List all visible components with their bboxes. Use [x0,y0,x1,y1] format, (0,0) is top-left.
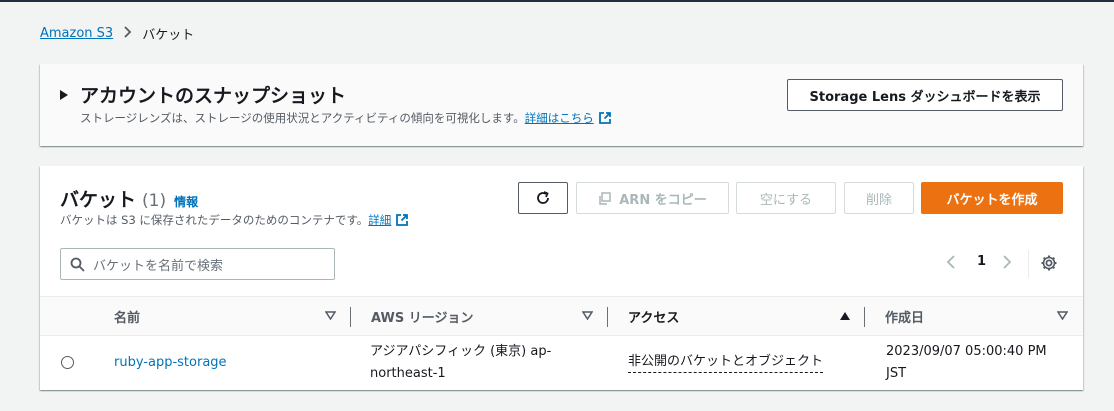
sort-up-icon[interactable] [840,312,850,320]
caret-right-icon [60,89,68,100]
learn-more-link[interactable]: 詳細はこちら [525,110,594,126]
buckets-description-text: バケットは S3 に保存されたデータのためのコンテナです。 [60,213,369,227]
column-divider [350,307,351,327]
snapshot-toggle[interactable]: アカウントのスナップショット [60,81,346,108]
account-snapshot-panel: アカウントのスナップショット ストレージレンズは、ストレージの使用状況とアクティ… [40,64,1083,146]
search-placeholder: バケットを名前で検索 [93,258,224,274]
column-header-name[interactable]: 名前 [114,297,140,335]
top-border [0,0,1114,2]
column-header-region[interactable]: AWS リージョン [371,297,473,335]
sort-down-icon[interactable] [582,311,593,320]
breadcrumb-current: バケット [142,28,195,43]
table-header: 名前 AWS リージョン アクセス 作成日 [40,296,1083,336]
refresh-icon [537,191,549,204]
prev-page-button[interactable] [946,254,956,270]
empty-bucket-button[interactable]: 空にする [736,182,836,214]
snapshot-title: アカウントのスナップショット [80,85,347,107]
buckets-panel: バケット (1) 情報 バケットは S3 に保存されたデータのためのコンテナです… [40,166,1083,390]
bucket-access[interactable]: 非公開のバケットとオブジェクト [628,352,824,373]
divider [1028,250,1029,278]
snapshot-description: ストレージレンズは、ストレージの使用状況とアクティビティの傾向を可視化します。 … [80,110,612,126]
sort-down-icon[interactable] [325,311,336,320]
copy-icon [599,191,611,205]
bucket-region: アジアパシフィック (東京) ap-northeast-1 [370,344,552,381]
table-row: ruby-app-storage アジアパシフィック (東京) ap-north… [40,336,1083,390]
details-link[interactable]: 詳細 [368,212,391,228]
copy-arn-label: ARN をコピー [619,192,707,208]
column-header-access[interactable]: アクセス [628,297,679,335]
column-divider [864,307,865,327]
gear-icon[interactable] [1040,254,1058,272]
external-link-icon [396,214,409,226]
bucket-created-date: 2023/09/07 05:00:40 PM JST [886,344,1047,381]
delete-bucket-button[interactable]: 削除 [844,182,914,214]
chevron-right-icon [1003,255,1012,269]
row-select-radio[interactable] [61,356,74,369]
breadcrumb: Amazon S3 バケット [40,24,194,43]
sort-down-icon[interactable] [1057,311,1068,320]
copy-arn-button[interactable]: ARN をコピー [576,182,729,214]
page-number[interactable]: 1 [977,254,986,269]
refresh-button[interactable] [518,182,568,214]
search-icon [70,257,85,272]
snapshot-description-text: ストレージレンズは、ストレージの使用状況とアクティビティの傾向を可視化します。 [80,111,525,125]
view-storage-lens-button[interactable]: Storage Lens ダッシュボードを表示 [787,79,1063,111]
create-bucket-button[interactable]: バケットを作成 [921,182,1063,214]
buckets-title: バケット [60,189,137,211]
buckets-header: バケット (1) 情報 [60,185,198,212]
external-link-icon [598,112,611,124]
bucket-search-input[interactable]: バケットを名前で検索 [60,248,335,280]
chevron-left-icon [946,255,955,269]
column-divider [607,307,608,327]
breadcrumb-amazon-s3-link[interactable]: Amazon S3 [40,26,113,41]
next-page-button[interactable] [1002,254,1012,270]
chevron-right-icon [123,24,132,42]
bucket-name-link[interactable]: ruby-app-storage [114,352,227,374]
buckets-description: バケットは S3 に保存されたデータのためのコンテナです。 詳細 [60,212,409,228]
info-link[interactable]: 情報 [174,193,198,210]
buckets-count: (1) [142,191,167,211]
column-header-created[interactable]: 作成日 [885,297,924,335]
